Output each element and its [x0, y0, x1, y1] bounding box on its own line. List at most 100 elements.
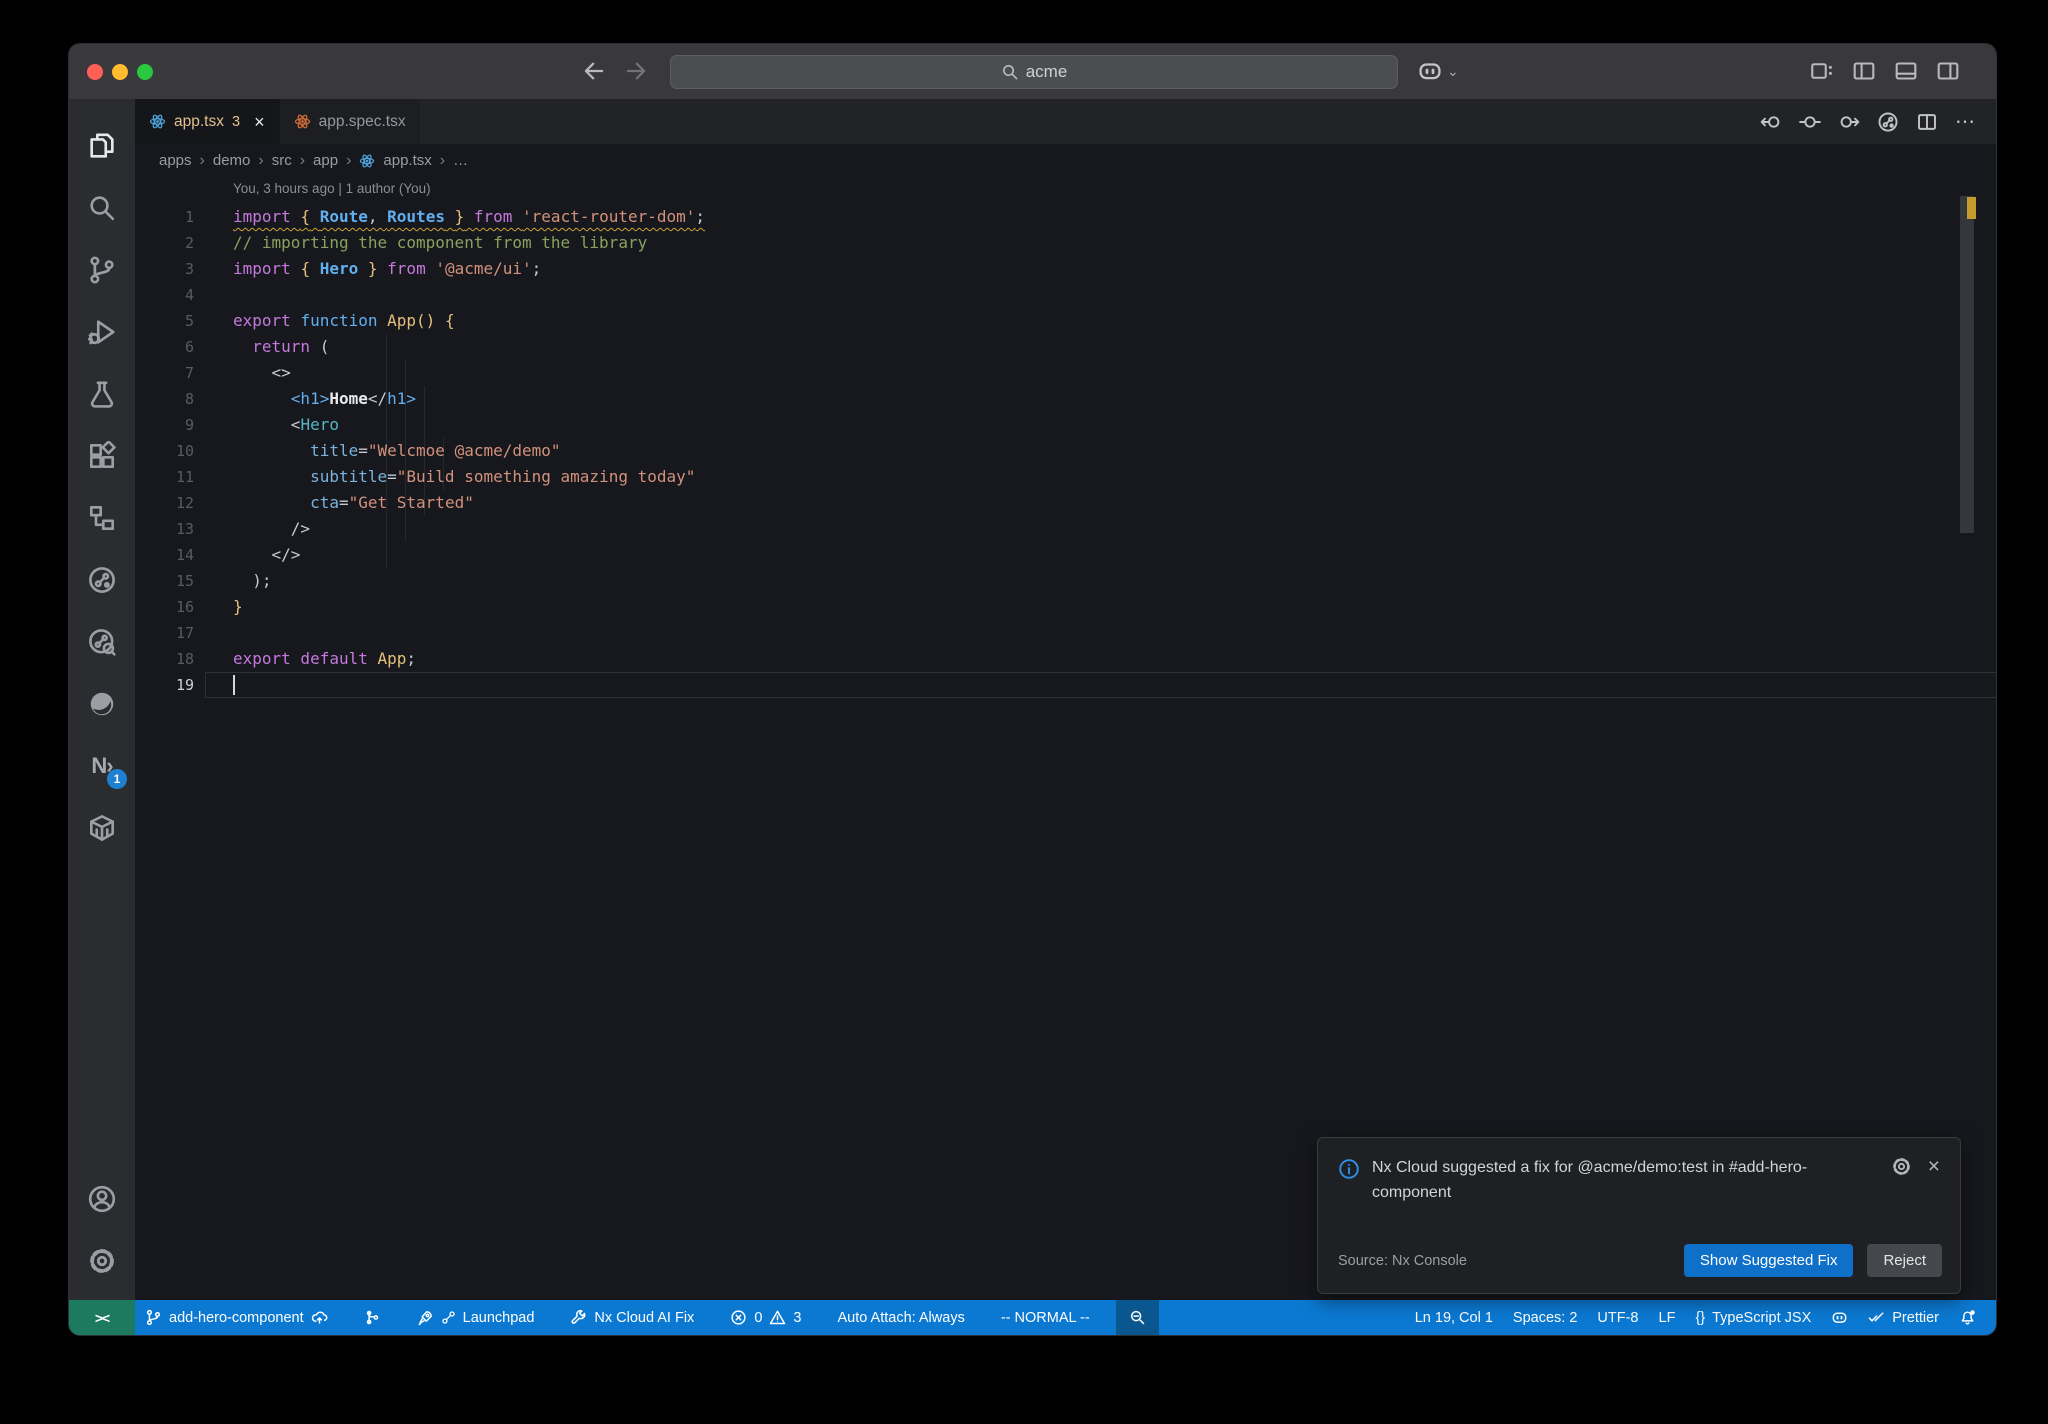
eol-status[interactable]: LF — [1649, 1300, 1686, 1335]
toggle-sidebar-icon[interactable] — [1852, 59, 1876, 83]
code-text: return ( — [252, 337, 330, 356]
code-line[interactable]: 14 </> — [135, 542, 1996, 568]
code-line[interactable]: 6 return ( — [135, 334, 1996, 360]
code-line[interactable]: 18 export default App; — [135, 646, 1996, 672]
tab-app-tsx[interactable]: app.tsx 3 × — [135, 99, 279, 144]
sidebar-item-gitlens-inspect[interactable] — [69, 549, 135, 611]
command-center-search[interactable]: acme — [670, 55, 1398, 89]
code-line[interactable]: 15 ); — [135, 568, 1996, 594]
breadcrumb-item[interactable]: apps — [159, 152, 192, 169]
line-number: 19 — [175, 676, 194, 694]
sidebar-item-testing[interactable] — [69, 363, 135, 425]
toggle-panel-icon[interactable] — [1894, 59, 1918, 83]
breadcrumb-item[interactable]: … — [453, 152, 468, 169]
line-number: 7 — [184, 364, 194, 382]
encoding-status[interactable]: UTF-8 — [1587, 1300, 1648, 1335]
zoom-window-button[interactable] — [137, 64, 153, 80]
open-next-change-icon[interactable] — [1838, 111, 1860, 133]
account-button[interactable] — [69, 1168, 135, 1230]
code-text: import { Route, Routes } from 'react-rou… — [233, 207, 706, 226]
show-suggested-fix-button[interactable]: Show Suggested Fix — [1683, 1244, 1854, 1277]
breadcrumb-item[interactable]: app — [313, 152, 338, 169]
auto-attach-status[interactable]: Auto Attach: Always — [827, 1300, 974, 1335]
gitlens-graph-icon[interactable] — [1877, 111, 1899, 133]
code-line[interactable]: 10 title="Welcmoe @acme/demo" — [135, 438, 1996, 464]
open-previous-change-icon[interactable] — [1760, 111, 1782, 133]
code-line[interactable]: 4 — [135, 282, 1996, 308]
circle-graph-icon — [87, 565, 117, 595]
sidebar-item-gitlens-search[interactable] — [69, 611, 135, 673]
go-back-icon[interactable] — [581, 58, 607, 84]
line-number: 16 — [175, 598, 194, 616]
indent-guide — [405, 360, 406, 542]
close-window-button[interactable] — [87, 64, 103, 80]
sidebar-item-edge-tools[interactable] — [69, 673, 135, 735]
tab-app-spec-tsx[interactable]: app.spec.tsx — [278, 99, 420, 144]
settings-button[interactable] — [69, 1230, 135, 1292]
code-line[interactable]: 9 <Hero — [135, 412, 1996, 438]
code-line[interactable]: 11 subtitle="Build something amazing tod… — [135, 464, 1996, 490]
sidebar-item-run-debug[interactable] — [69, 301, 135, 363]
customize-layout-icon[interactable] — [1810, 59, 1834, 83]
copilot-status[interactable] — [1821, 1300, 1858, 1335]
reject-button[interactable]: Reject — [1867, 1244, 1942, 1277]
code-text: // importing the component from the libr… — [233, 233, 648, 252]
cursor-position-status[interactable]: Ln 19, Col 1 — [1405, 1300, 1503, 1335]
open-changes-icon[interactable] — [1799, 111, 1821, 133]
gitlens-blame-codelens[interactable]: You, 3 hours ago | 1 author (You) — [233, 181, 431, 196]
breadcrumb-item[interactable]: demo — [213, 152, 251, 169]
vim-mode-status[interactable]: -- NORMAL -- — [991, 1300, 1100, 1335]
copilot-menu[interactable]: ⌄ — [1417, 58, 1459, 84]
problems-status[interactable]: 0 3 — [720, 1300, 811, 1335]
code-line[interactable]: 7 <> — [135, 360, 1996, 386]
code-editor[interactable]: You, 3 hours ago | 1 author (You) 1 impor… — [135, 177, 1996, 1300]
notification-close-icon[interactable]: × — [1928, 1156, 1940, 1206]
code-line[interactable]: 17 — [135, 620, 1996, 646]
code-line[interactable]: 5 export function App() { — [135, 308, 1996, 334]
close-tab-icon[interactable]: × — [254, 113, 265, 131]
flask-icon — [87, 379, 117, 409]
scrollbar-thumb[interactable] — [1960, 196, 1974, 533]
sidebar-item-nx-console[interactable]: N› 1 — [69, 735, 135, 797]
titlebar: acme ⌄ — [69, 44, 1996, 99]
code-line[interactable]: 1 import { Route, Routes } from 'react-ro… — [135, 204, 1996, 230]
code-line[interactable]: 19 — [135, 672, 1996, 698]
nx-cloud-fix-label: Nx Cloud AI Fix — [594, 1309, 695, 1326]
language-mode-status[interactable]: {} TypeScript JSX — [1685, 1300, 1821, 1335]
sidebar-item-source-control[interactable] — [69, 239, 135, 301]
minimize-window-button[interactable] — [112, 64, 128, 80]
code-text: <> — [233, 363, 291, 382]
copilot-icon — [1417, 58, 1443, 84]
remote-indicator[interactable]: >< — [69, 1300, 135, 1335]
toggle-secondary-sidebar-icon[interactable] — [1936, 59, 1960, 83]
sidebar-item-extensions[interactable] — [69, 425, 135, 487]
nx-cloud-ai-fix-status[interactable]: Nx Cloud AI Fix — [560, 1300, 704, 1335]
split-editor-icon[interactable] — [1916, 111, 1938, 133]
notification-settings-gear-icon[interactable] — [1891, 1156, 1912, 1177]
sidebar-item-explorer[interactable] — [69, 115, 135, 177]
sidebar-item-references[interactable] — [69, 487, 135, 549]
breadcrumb-item[interactable]: app.tsx — [383, 152, 431, 169]
editor-scrollbar[interactable] — [1957, 144, 1977, 1300]
prettier-status[interactable]: Prettier — [1858, 1300, 1949, 1335]
go-forward-icon[interactable] — [623, 58, 649, 84]
zoom-status[interactable] — [1115, 1300, 1159, 1335]
indentation-status[interactable]: Spaces: 2 — [1503, 1300, 1588, 1335]
code-line[interactable]: 12 cta="Get Started" — [135, 490, 1996, 516]
sidebar-item-containers[interactable] — [69, 797, 135, 859]
code-line[interactable]: 8 <h1>Home</h1> — [135, 386, 1996, 412]
sidebar-item-search[interactable] — [69, 177, 135, 239]
launchpad-status[interactable]: Launchpad — [407, 1300, 545, 1335]
double-check-icon — [1868, 1309, 1885, 1326]
references-icon — [87, 503, 117, 533]
code-line[interactable]: 13 /> — [135, 516, 1996, 542]
code-line[interactable]: 16} — [135, 594, 1996, 620]
code-line[interactable]: 3 import { Hero } from '@acme/ui'; — [135, 256, 1996, 282]
language-label: TypeScript JSX — [1712, 1309, 1812, 1326]
breadcrumb-item[interactable]: src — [272, 152, 292, 169]
notifications-bell[interactable] — [1949, 1300, 1986, 1335]
git-branch-status[interactable]: add-hero-component — [135, 1300, 338, 1335]
code-line[interactable]: 2 // importing the component from the lib… — [135, 230, 1996, 256]
more-actions-icon[interactable]: ⋯ — [1955, 109, 1976, 134]
commit-graph-status[interactable] — [354, 1300, 391, 1335]
